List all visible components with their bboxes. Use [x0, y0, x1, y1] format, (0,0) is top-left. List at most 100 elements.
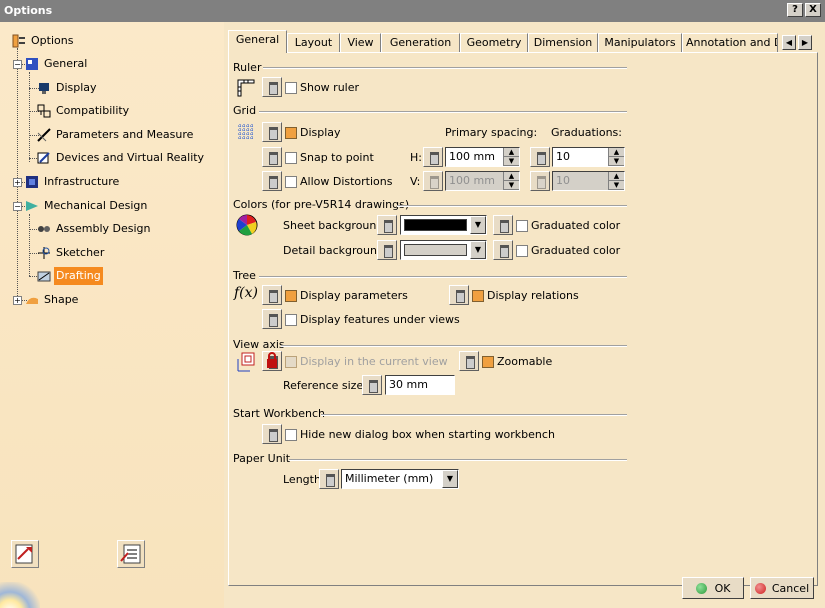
tab-generation[interactable]: Generation [381, 33, 460, 52]
window-title: Options [4, 4, 53, 17]
reference-size-lock-button[interactable] [362, 375, 382, 395]
tree-item-compatibility[interactable]: Compatibility [37, 102, 131, 120]
tree-item-parameters[interactable]: Parameters and Measure [37, 126, 195, 144]
sheet-color-swatch [404, 219, 467, 231]
h-graduations-spinner[interactable]: 10 ▲ ▼ [552, 147, 625, 167]
v-graduations-spinner[interactable]: 10 ▲ ▼ [552, 171, 625, 191]
tree-line [29, 72, 30, 162]
display-features-label: Display features under views [300, 313, 460, 326]
display-parameters-label: Display parameters [300, 289, 408, 302]
v-spacing-lock-button[interactable] [423, 171, 443, 191]
expand-shape-icon[interactable]: + [13, 296, 22, 305]
color-wheel-icon [236, 214, 258, 236]
h-spacing-spinner[interactable]: 100 mm ▲ ▼ [445, 147, 520, 167]
list-settings-button[interactable] [117, 540, 145, 568]
tab-layout[interactable]: Layout [287, 33, 340, 52]
h-spacing-lock-button[interactable] [423, 147, 443, 167]
expand-infrastructure-icon[interactable]: + [13, 178, 22, 187]
hide-dialog-label: Hide new dialog box when starting workbe… [300, 428, 555, 441]
grid-icon [238, 124, 254, 140]
tree-item-devices[interactable]: Devices and Virtual Reality [37, 149, 206, 167]
tree-item-infrastructure[interactable]: Infrastructure [25, 173, 121, 191]
tab-annotation[interactable]: Annotation and Dr [682, 33, 778, 52]
display-parameters-checkbox[interactable] [285, 290, 297, 302]
display-features-lock-button[interactable] [262, 309, 282, 329]
sheet-background-color-picker[interactable]: ▼ [400, 215, 487, 235]
tree-item-assembly[interactable]: Assembly Design [37, 220, 153, 238]
tree-item-drafting[interactable]: Drafting [37, 267, 103, 285]
assembly-design-icon [38, 226, 50, 232]
show-ruler-checkbox[interactable] [285, 82, 297, 94]
tree-item-mechanical[interactable]: Mechanical Design [25, 197, 149, 215]
tab-strip: General Layout View Generation Geometry … [228, 30, 818, 53]
h-label: H: [410, 151, 422, 164]
hide-dialog-checkbox[interactable] [285, 429, 297, 441]
tree-item-sketcher[interactable]: Sketcher [37, 244, 106, 262]
reference-size-input[interactable]: 30 mm [385, 375, 455, 395]
ok-button[interactable]: OK [682, 577, 744, 599]
tab-scroll-left-button[interactable]: ◀ [782, 35, 796, 50]
drafting-icon [37, 271, 51, 282]
colors-section-title: Colors (for pre-V5R14 drawings) [233, 198, 410, 211]
display-params-lock-button[interactable] [262, 285, 282, 305]
cancel-button[interactable]: Cancel [750, 577, 814, 599]
chevron-down-icon[interactable]: ▼ [470, 216, 486, 234]
tab-scroll-right-button[interactable]: ▶ [798, 35, 812, 50]
chevron-down-icon[interactable]: ▼ [442, 470, 458, 488]
sheet-graduated-lock-button[interactable] [493, 215, 513, 235]
detail-graduated-lock-button[interactable] [493, 240, 513, 260]
tree-item-shape[interactable]: Shape [25, 291, 80, 309]
grid-display-checkbox[interactable] [285, 127, 297, 139]
tab-view[interactable]: View [340, 33, 381, 52]
tab-manipulators[interactable]: Manipulators [598, 33, 682, 52]
ruler-section-title: Ruler [233, 61, 262, 74]
hide-dialog-lock-button[interactable] [262, 424, 282, 444]
chevron-down-icon[interactable]: ▼ [470, 241, 486, 259]
display-current-view-checkbox[interactable] [285, 356, 297, 368]
zoomable-checkbox[interactable] [482, 356, 494, 368]
sheet-background-label: Sheet background: [283, 219, 388, 232]
view-axis-locked-button[interactable] [262, 351, 282, 371]
tree-item-display[interactable]: Display [37, 79, 99, 97]
tab-dimension[interactable]: Dimension [528, 33, 598, 52]
help-button[interactable]: ? [787, 3, 803, 17]
display-relations-lock-button[interactable] [449, 285, 469, 305]
tab-general[interactable]: General [228, 30, 287, 53]
display-icon [39, 83, 49, 94]
length-unit-select[interactable]: Millimeter (mm) ▼ [341, 469, 459, 489]
v-spacing-spinner[interactable]: 100 mm ▲ ▼ [445, 171, 520, 191]
detail-graduated-checkbox[interactable] [516, 245, 528, 257]
tab-geometry[interactable]: Geometry [460, 33, 528, 52]
distortions-lock-button[interactable] [262, 171, 282, 191]
snap-lock-button[interactable] [262, 147, 282, 167]
allow-distortions-label: Allow Distortions [300, 175, 393, 188]
display-features-checkbox[interactable] [285, 314, 297, 326]
paper-unit-section-title: Paper Unit [233, 452, 291, 465]
detail-graduated-label: Graduated color [531, 244, 621, 257]
sheet-graduated-checkbox[interactable] [516, 220, 528, 232]
allow-distortions-checkbox[interactable] [285, 176, 297, 188]
tree-item-options[interactable]: Options [12, 32, 75, 50]
reset-options-button[interactable] [11, 540, 39, 568]
display-relations-checkbox[interactable] [472, 290, 484, 302]
reset-icon [15, 544, 33, 564]
ruler-lock-button[interactable] [262, 77, 282, 97]
show-ruler-label: Show ruler [300, 81, 360, 94]
snap-to-point-checkbox[interactable] [285, 152, 297, 164]
graduations-label: Graduations: [551, 126, 622, 139]
length-lock-button[interactable] [319, 469, 339, 489]
grid-display-lock-button[interactable] [262, 122, 282, 142]
zoomable-lock-button[interactable] [459, 351, 479, 371]
expand-general-icon[interactable]: − [13, 60, 22, 69]
close-button[interactable]: X [805, 3, 821, 17]
detail-bg-lock-button[interactable] [377, 240, 397, 260]
sheet-bg-lock-button[interactable] [377, 215, 397, 235]
detail-background-color-picker[interactable]: ▼ [400, 240, 487, 260]
h-grad-lock-button[interactable] [530, 147, 550, 167]
tree-item-general[interactable]: General [25, 55, 89, 73]
separator [263, 67, 627, 69]
expand-mechanical-icon[interactable]: − [13, 202, 22, 211]
v-grad-lock-button[interactable] [530, 171, 550, 191]
infrastructure-icon [26, 176, 38, 188]
lock-closed-icon [267, 352, 277, 368]
